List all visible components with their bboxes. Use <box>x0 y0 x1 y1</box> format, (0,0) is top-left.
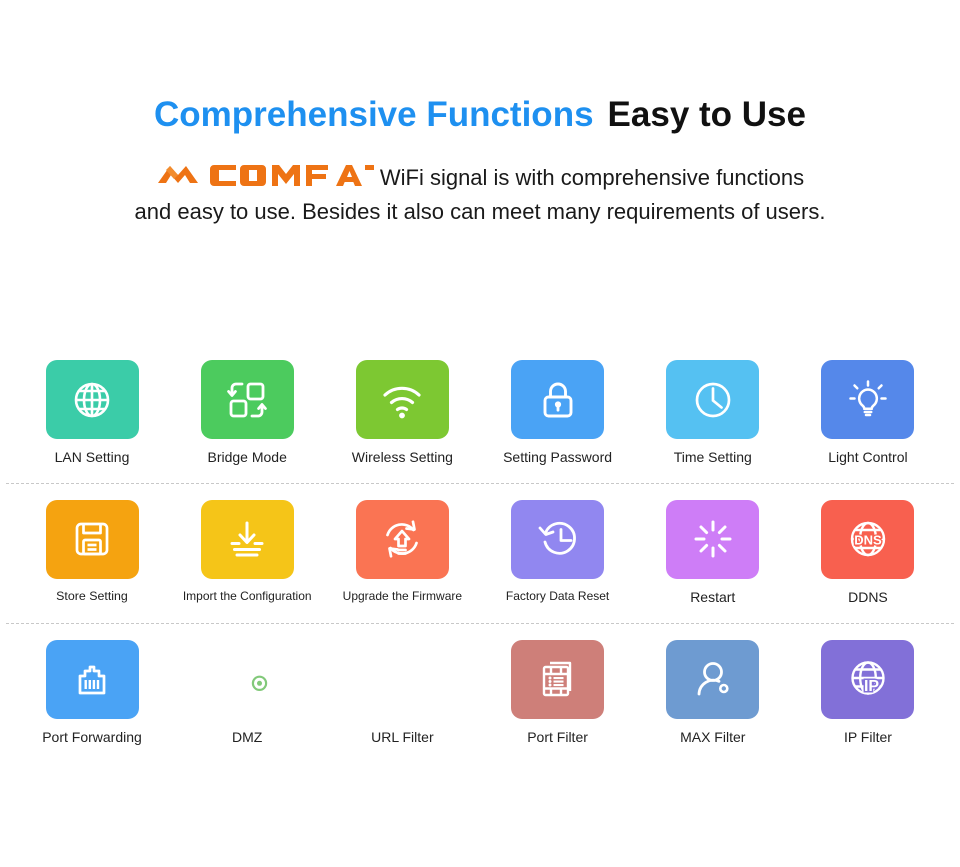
function-item-restart[interactable]: Restart <box>645 499 781 606</box>
function-item-port-filter[interactable]: Port Filter <box>490 639 626 746</box>
function-label: DMZ <box>232 728 263 745</box>
function-item-lan-setting[interactable]: LAN Setting <box>24 360 160 466</box>
tile-restart[interactable] <box>666 499 760 579</box>
tile-import-configuration[interactable] <box>200 499 294 579</box>
function-item-upgrade-firmware[interactable]: Upgrade the Firmware <box>334 499 470 606</box>
function-grid: LAN Setting Bridge Mode Wireless Setting… <box>0 360 960 745</box>
function-label: Light Control <box>828 449 908 465</box>
ethernet-port-icon <box>78 665 106 695</box>
function-label: LAN Setting <box>54 449 130 465</box>
function-item-store-setting[interactable]: Store Setting <box>24 499 160 606</box>
person-gear-icon <box>697 662 731 696</box>
page-subcopy: WiFi signal is with comprehensive functi… <box>0 161 960 229</box>
comfast-logo <box>156 162 374 189</box>
function-label: Time Setting <box>673 449 752 465</box>
function-label: IP Filter <box>843 728 892 745</box>
function-item-port-forwarding[interactable]: Port Forwarding <box>24 639 160 746</box>
tile-lan-setting[interactable] <box>45 360 139 439</box>
function-label: Wireless Setting <box>351 449 453 465</box>
function-item-light-control[interactable]: Light Control <box>800 360 936 466</box>
download-arrow-icon <box>230 521 264 557</box>
function-row-3: Port Forwarding DMZ URL Filter Port Filt… <box>0 639 960 746</box>
function-label: DDNS <box>848 588 888 605</box>
headline-primary: Comprehensive Functions <box>154 95 594 134</box>
tile-upgrade-firmware[interactable] <box>355 499 449 579</box>
row-separator-2 <box>6 622 954 624</box>
spinner-icon <box>694 520 732 558</box>
function-label: Setting Password <box>503 449 613 465</box>
function-label: Import the Configuration <box>182 588 312 603</box>
function-item-url-filter[interactable]: URL Filter <box>334 640 470 746</box>
clock-icon <box>695 382 731 417</box>
function-item-setting-password[interactable]: Setting Password <box>490 360 626 466</box>
headline-secondary: Easy to Use <box>607 95 806 134</box>
tile-port-forwarding[interactable] <box>45 639 139 719</box>
subcopy-line-2: and easy to use. Besides it also can mee… <box>134 198 826 224</box>
tile-bridge-mode[interactable] <box>200 360 294 439</box>
paperclip-icon <box>385 659 423 702</box>
tile-max-filter[interactable] <box>666 639 760 719</box>
function-label: Restart <box>690 588 736 605</box>
subcopy-line-1: WiFi signal is with comprehensive functi… <box>20 161 940 195</box>
dns-globe-icon: DNS <box>850 522 886 557</box>
function-item-factory-data-reset[interactable]: Factory Data Reset <box>490 499 626 606</box>
tile-factory-data-reset[interactable] <box>511 499 605 579</box>
document-list-icon <box>542 661 571 697</box>
bridge-swap-icon <box>227 382 267 417</box>
globe-gear-icon <box>229 660 268 694</box>
function-label: Store Setting <box>56 588 128 603</box>
function-item-ip-filter[interactable]: IP IP Filter <box>800 639 936 746</box>
floppy-disk-icon <box>75 522 109 556</box>
function-label: Upgrade the Firmware <box>342 588 463 603</box>
function-item-dmz[interactable]: DMZ <box>179 640 315 746</box>
tile-light-control[interactable] <box>821 360 915 439</box>
function-item-bridge-mode[interactable]: Bridge Mode <box>179 360 315 466</box>
function-item-ddns[interactable]: DNS DDNS <box>800 499 936 606</box>
tile-ip-filter[interactable]: IP <box>821 639 915 719</box>
page-header: Comprehensive Functions Easy to Use WiFi… <box>0 0 960 229</box>
function-label: Port Filter <box>527 728 588 745</box>
clock-restore-icon <box>538 522 576 555</box>
padlock-icon <box>543 382 573 417</box>
svg-text:DNS: DNS <box>854 533 882 548</box>
function-label: Factory Data Reset <box>505 588 610 603</box>
globe-icon <box>74 382 110 417</box>
tile-ddns[interactable]: DNS <box>821 499 915 579</box>
tile-wireless-setting[interactable] <box>355 360 449 439</box>
function-item-wireless-setting[interactable]: Wireless Setting <box>334 360 470 466</box>
lightbulb-icon <box>849 379 887 416</box>
row-separator-1 <box>6 482 954 484</box>
page-title: Comprehensive Functions Easy to Use <box>0 95 960 135</box>
wifi-signal-icon <box>383 386 421 418</box>
tile-time-setting[interactable] <box>666 360 760 439</box>
tile-setting-password[interactable] <box>511 360 605 439</box>
function-item-time-setting[interactable]: Time Setting <box>645 360 781 466</box>
function-row-2: Store Setting Import the Configuration U… <box>0 499 960 606</box>
tile-port-filter[interactable] <box>511 639 605 719</box>
ip-globe-icon: IP <box>851 661 885 697</box>
function-label: Port Forwarding <box>42 728 142 745</box>
tile-dmz[interactable] <box>201 640 294 719</box>
subcopy-text-1: WiFi signal is with comprehensive functi… <box>379 164 805 190</box>
function-item-import-configuration[interactable]: Import the Configuration <box>179 499 315 606</box>
tile-url-filter[interactable] <box>356 640 449 719</box>
function-row-1: LAN Setting Bridge Mode Wireless Setting… <box>0 360 960 466</box>
function-label: Bridge Mode <box>207 449 287 465</box>
function-item-max-filter[interactable]: MAX Filter <box>645 639 781 746</box>
function-label: URL Filter <box>371 728 434 745</box>
svg-text:IP: IP <box>864 678 879 695</box>
tile-store-setting[interactable] <box>45 499 139 579</box>
upgrade-circle-icon <box>386 520 419 558</box>
function-label: MAX Filter <box>680 728 746 745</box>
